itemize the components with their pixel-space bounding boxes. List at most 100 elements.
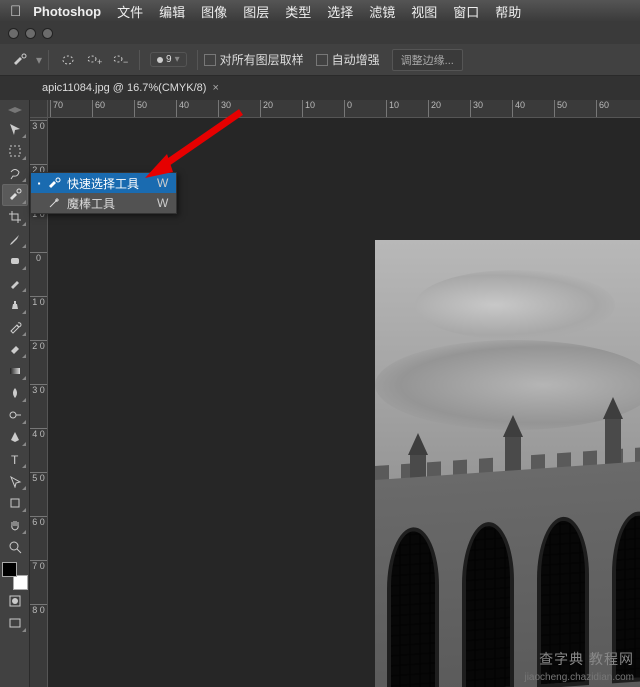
separator xyxy=(197,50,198,70)
eraser-tool[interactable] xyxy=(2,338,28,360)
separator xyxy=(139,50,140,70)
menu-file[interactable]: 文件 xyxy=(117,2,143,21)
gradient-tool[interactable] xyxy=(2,360,28,382)
marquee-tool[interactable] xyxy=(2,140,28,162)
pen-tool[interactable] xyxy=(2,426,28,448)
type-tool[interactable]: T xyxy=(2,448,28,470)
subtract-selection-icon[interactable]: − xyxy=(107,49,133,71)
flyout-item-shortcut: W xyxy=(157,196,168,210)
toolbox: T xyxy=(0,100,30,687)
checkbox-icon xyxy=(204,54,216,66)
color-swatches[interactable] xyxy=(2,562,28,590)
toolbox-grip-icon[interactable] xyxy=(2,104,28,116)
ruler-tick: 6 0 xyxy=(30,516,47,527)
background-color-swatch[interactable] xyxy=(13,575,28,590)
history-brush-tool[interactable] xyxy=(2,316,28,338)
document-tab-title: apic11084.jpg @ 16.7%(CMYK/8) xyxy=(42,82,206,94)
menu-type[interactable]: 类型 xyxy=(285,2,311,21)
ruler-tick: 3 0 xyxy=(30,120,47,131)
ruler-tick: 5 0 xyxy=(30,472,47,483)
brush-size-picker[interactable]: 9 ▾ xyxy=(150,52,187,67)
crop-tool[interactable] xyxy=(2,206,28,228)
lasso-tool[interactable] xyxy=(2,162,28,184)
options-bar: ▾ + − 9 ▾ 对所有图层取样 自动增强 调整边缘... xyxy=(0,44,640,76)
menu-image[interactable]: 图像 xyxy=(201,2,227,21)
brush-tool[interactable] xyxy=(2,272,28,294)
quick-selection-icon xyxy=(45,177,63,189)
watermark-url: jiaocheng.chazidian.com xyxy=(524,672,634,683)
selected-marker-icon: ▪ xyxy=(35,179,43,188)
sample-all-layers-label: 对所有图层取样 xyxy=(220,51,304,68)
add-selection-icon[interactable]: + xyxy=(81,49,107,71)
path-selection-tool[interactable] xyxy=(2,470,28,492)
screen-mode-toggle[interactable] xyxy=(2,612,28,634)
quick-selection-tool[interactable] xyxy=(2,184,28,206)
menu-layer[interactable]: 图层 xyxy=(243,2,269,21)
dodge-tool[interactable] xyxy=(2,404,28,426)
ruler-tick: 30 xyxy=(470,100,483,117)
document-tab-strip: apic11084.jpg @ 16.7%(CMYK/8) × xyxy=(0,76,640,100)
hand-tool[interactable] xyxy=(2,514,28,536)
foreground-color-swatch[interactable] xyxy=(2,562,17,577)
ruler-tick: 70 xyxy=(50,100,63,117)
healing-brush-tool[interactable] xyxy=(2,250,28,272)
ruler-tick: 1 0 xyxy=(30,296,47,307)
ruler-tick: 0 xyxy=(344,100,352,117)
current-tool-icon[interactable] xyxy=(8,49,34,71)
menu-window[interactable]: 窗口 xyxy=(453,2,479,21)
svg-text:−: − xyxy=(123,57,128,67)
ruler-tick: 3 0 xyxy=(30,384,47,395)
watermark-text: 查字典 教程网 xyxy=(539,649,634,669)
auto-enhance-label: 自动增强 xyxy=(332,51,380,68)
ruler-tick: 60 xyxy=(92,100,105,117)
menu-edit[interactable]: 编辑 xyxy=(159,2,185,21)
zoom-window-button[interactable] xyxy=(42,28,53,39)
ruler-tick: 10 xyxy=(386,100,399,117)
clone-stamp-tool[interactable] xyxy=(2,294,28,316)
document-image xyxy=(375,240,640,687)
ruler-tick: 8 0 xyxy=(30,604,47,615)
magic-wand-icon xyxy=(45,197,63,209)
checkbox-icon xyxy=(316,54,328,66)
move-tool[interactable] xyxy=(2,118,28,140)
zoom-tool[interactable] xyxy=(2,536,28,558)
quick-mask-toggle[interactable] xyxy=(2,590,28,612)
flyout-item-magic-wand[interactable]: 魔棒工具 W xyxy=(31,193,176,213)
dropdown-icon: ▾ xyxy=(175,54,180,65)
brush-size-value: 9 xyxy=(166,54,172,65)
refine-edge-button[interactable]: 调整边缘... xyxy=(392,49,463,71)
dropdown-icon[interactable]: ▾ xyxy=(36,53,42,67)
new-selection-icon[interactable] xyxy=(55,49,81,71)
ruler-tick: 4 0 xyxy=(30,428,47,439)
blur-tool[interactable] xyxy=(2,382,28,404)
close-tab-icon[interactable]: × xyxy=(212,82,218,94)
ruler-corner xyxy=(30,100,48,118)
ruler-tick: 10 xyxy=(302,100,315,117)
close-window-button[interactable] xyxy=(8,28,19,39)
sample-all-layers-checkbox[interactable]: 对所有图层取样 xyxy=(204,51,304,68)
menu-filter[interactable]: 滤镜 xyxy=(369,2,395,21)
ruler-tick: 20 xyxy=(428,100,441,117)
window-chrome xyxy=(0,22,640,44)
menu-help[interactable]: 帮助 xyxy=(495,2,521,21)
horizontal-ruler[interactable]: 70 60 50 40 30 20 10 0 10 20 30 40 50 60 xyxy=(48,100,640,118)
svg-text:T: T xyxy=(11,453,19,466)
app-name: Photoshop xyxy=(33,4,101,19)
eyedropper-tool[interactable] xyxy=(2,228,28,250)
brush-dot-icon xyxy=(157,57,163,63)
flyout-item-label: 快速选择工具 xyxy=(67,175,139,192)
menu-view[interactable]: 视图 xyxy=(411,2,437,21)
document-tab[interactable]: apic11084.jpg @ 16.7%(CMYK/8) × xyxy=(34,82,227,94)
minimize-window-button[interactable] xyxy=(25,28,36,39)
auto-enhance-checkbox[interactable]: 自动增强 xyxy=(316,51,380,68)
menu-select[interactable]: 选择 xyxy=(327,2,353,21)
ruler-tick: 20 xyxy=(260,100,273,117)
ruler-tick: 7 0 xyxy=(30,560,47,571)
ruler-tick: 40 xyxy=(512,100,525,117)
svg-text:+: + xyxy=(97,57,102,67)
rectangle-tool[interactable] xyxy=(2,492,28,514)
ruler-tick: 2 0 xyxy=(30,340,47,351)
apple-logo-icon:  xyxy=(10,3,21,20)
separator xyxy=(48,50,49,70)
annotation-arrow-icon xyxy=(143,104,253,184)
